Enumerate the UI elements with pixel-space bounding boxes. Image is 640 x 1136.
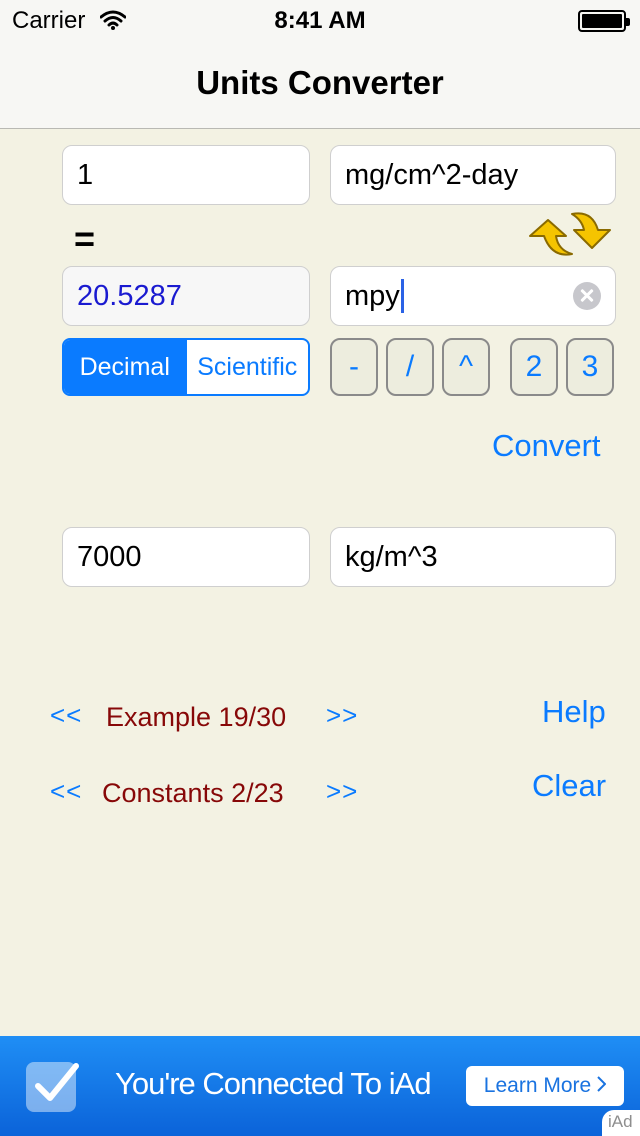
example-counter: Example 19/30 [106,702,287,732]
constant-value-field[interactable]: 7000 [62,527,310,587]
constant-unit-text: kg/m^3 [345,540,438,573]
learn-more-label: Learn More [483,1074,592,1097]
ad-message: You're Connected To iAd [115,1066,432,1101]
convert-button[interactable]: Convert [492,428,601,464]
segment-decimal[interactable]: Decimal [64,340,186,394]
input-unit-field[interactable]: mg/cm^2-day [330,145,616,205]
format-mode-segmented-control[interactable]: Decimal Scientific [62,338,310,396]
segment-scientific[interactable]: Scientific [185,340,309,394]
learn-more-button[interactable]: Learn More [466,1066,624,1106]
constant-value-text: 7000 [77,540,142,573]
battery-fill [582,14,622,28]
clear-button[interactable]: Clear [532,768,606,804]
constants-counter: Constants 2/23 [102,778,284,808]
iad-badge: iAd [602,1110,640,1136]
help-button[interactable]: Help [542,694,606,730]
battery-icon [578,10,630,32]
example-prev-button[interactable]: << [50,700,82,731]
chevron-right-icon [597,1074,607,1098]
checkmark-icon [26,1062,79,1112]
page-title: Units Converter [196,64,444,101]
key-two-button[interactable]: 2 [510,338,558,396]
constant-unit-field[interactable]: kg/m^3 [330,527,616,587]
constants-prev-button[interactable]: << [50,776,82,807]
equals-sign: = [74,218,96,259]
key-minus-button[interactable]: - [330,338,378,396]
input-unit-text: mg/cm^2-day [345,158,519,191]
output-value-field[interactable]: 20.5287 [62,266,310,326]
input-value-text: 1 [77,158,94,191]
battery-tip [626,18,630,26]
key-slash-button[interactable]: / [386,338,434,396]
output-value-text: 20.5287 [77,279,182,312]
example-next-button[interactable]: >> [326,700,358,731]
output-unit-text: mpy [345,279,400,312]
text-cursor [400,279,404,313]
navigation-bar: Units Converter [0,40,640,129]
output-unit-field[interactable]: mpy [330,266,616,326]
key-caret-button[interactable]: ^ [442,338,490,396]
input-value-field[interactable]: 1 [62,145,310,205]
swap-arrows-icon[interactable] [522,208,618,262]
constants-next-button[interactable]: >> [326,776,358,807]
clear-circle-icon[interactable] [573,282,601,310]
key-three-button[interactable]: 3 [566,338,614,396]
status-bar: Carrier 8:41 AM [0,0,640,40]
status-time: 8:41 AM [274,7,366,34]
